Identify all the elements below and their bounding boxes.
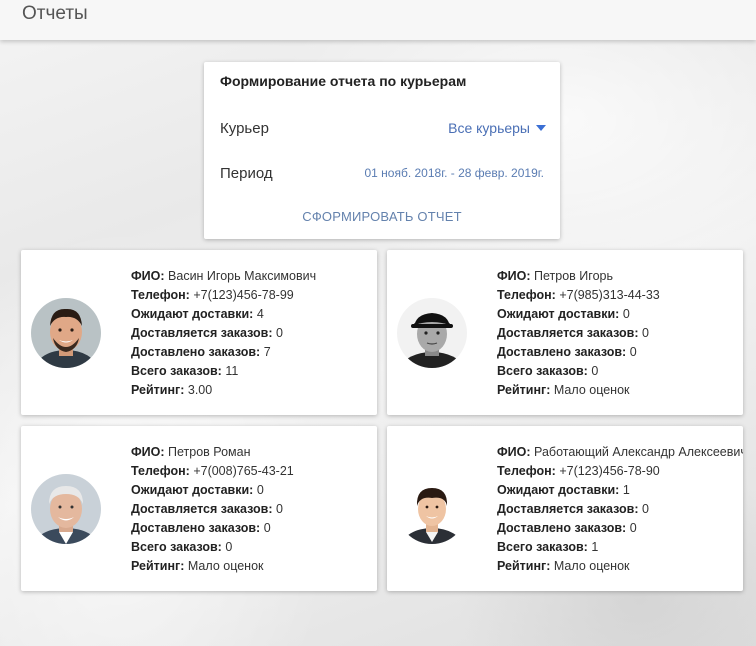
report-form-title: Формирование отчета по курьерам <box>220 73 467 89</box>
avatar <box>397 298 467 368</box>
period-picker[interactable]: 01 нояб. 2018г. - 28 февр. 2019г. <box>364 166 544 180</box>
awaiting-count: 0 <box>256 483 264 497</box>
in-delivery-count: 0 <box>642 502 649 516</box>
courier-info: ФИО: Работающий Александр Алексеевич Тел… <box>497 443 743 576</box>
in-delivery-count: 0 <box>642 326 649 340</box>
total-count: 0 <box>591 364 599 378</box>
delivered-count: 7 <box>263 345 271 359</box>
courier-card: ФИО: Работающий Александр Алексеевич Тел… <box>387 426 743 591</box>
avatar <box>31 298 101 368</box>
avatar <box>31 474 101 544</box>
courier-info: ФИО: Петров Игорь Телефон: +7(985)313-44… <box>497 269 660 397</box>
courier-name: Работающий Александр Алексеевич <box>534 445 743 459</box>
courier-select[interactable]: Все курьеры <box>448 120 546 136</box>
awaiting-count: 1 <box>622 483 630 497</box>
awaiting-count: 4 <box>256 307 264 321</box>
caret-down-icon <box>536 125 546 131</box>
delivered-count: 0 <box>629 345 637 359</box>
generate-report-button[interactable]: СФОРМИРОВАТЬ ОТЧЕТ <box>204 209 560 224</box>
courier-phone: +7(008)765-43-21 <box>193 464 294 478</box>
top-bar: Отчеты <box>0 0 756 40</box>
total-count: 11 <box>225 364 239 378</box>
total-count: 1 <box>591 540 599 554</box>
courier-select-value: Все курьеры <box>448 120 530 136</box>
rating: 3.00 <box>187 383 213 397</box>
in-delivery-count: 0 <box>276 502 283 516</box>
period-label: Период <box>220 165 273 182</box>
courier-card: ФИО: Петров Игорь Телефон: +7(985)313-44… <box>387 250 743 415</box>
courier-info: ФИО: Васин Игорь Максимович Телефон: +7(… <box>131 269 317 397</box>
avatar <box>397 474 467 544</box>
delivered-count: 0 <box>263 521 271 535</box>
courier-phone: +7(985)313-44-33 <box>559 288 660 302</box>
courier-name: Петров Игорь <box>534 269 613 283</box>
courier-label: Курьер <box>220 120 269 137</box>
courier-card: ФИО: Петров Роман Телефон: +7(008)765-43… <box>21 426 377 591</box>
rating: Мало оценок <box>553 383 630 397</box>
courier-phone: +7(123)456-78-99 <box>193 288 294 302</box>
courier-name: Петров Роман <box>168 445 251 459</box>
in-delivery-count: 0 <box>276 326 283 340</box>
page-title: Отчеты <box>22 3 88 24</box>
report-form-card: Формирование отчета по курьерам Курьер В… <box>204 62 560 239</box>
rating: Мало оценок <box>553 559 630 573</box>
courier-info: ФИО: Петров Роман Телефон: +7(008)765-43… <box>131 445 294 573</box>
rating: Мало оценок <box>187 559 264 573</box>
courier-name: Васин Игорь Максимович <box>168 269 317 283</box>
courier-phone: +7(123)456-78-90 <box>559 464 660 478</box>
courier-card: ФИО: Васин Игорь Максимович Телефон: +7(… <box>21 250 377 415</box>
delivered-count: 0 <box>629 521 637 535</box>
awaiting-count: 0 <box>622 307 630 321</box>
total-count: 0 <box>225 540 233 554</box>
